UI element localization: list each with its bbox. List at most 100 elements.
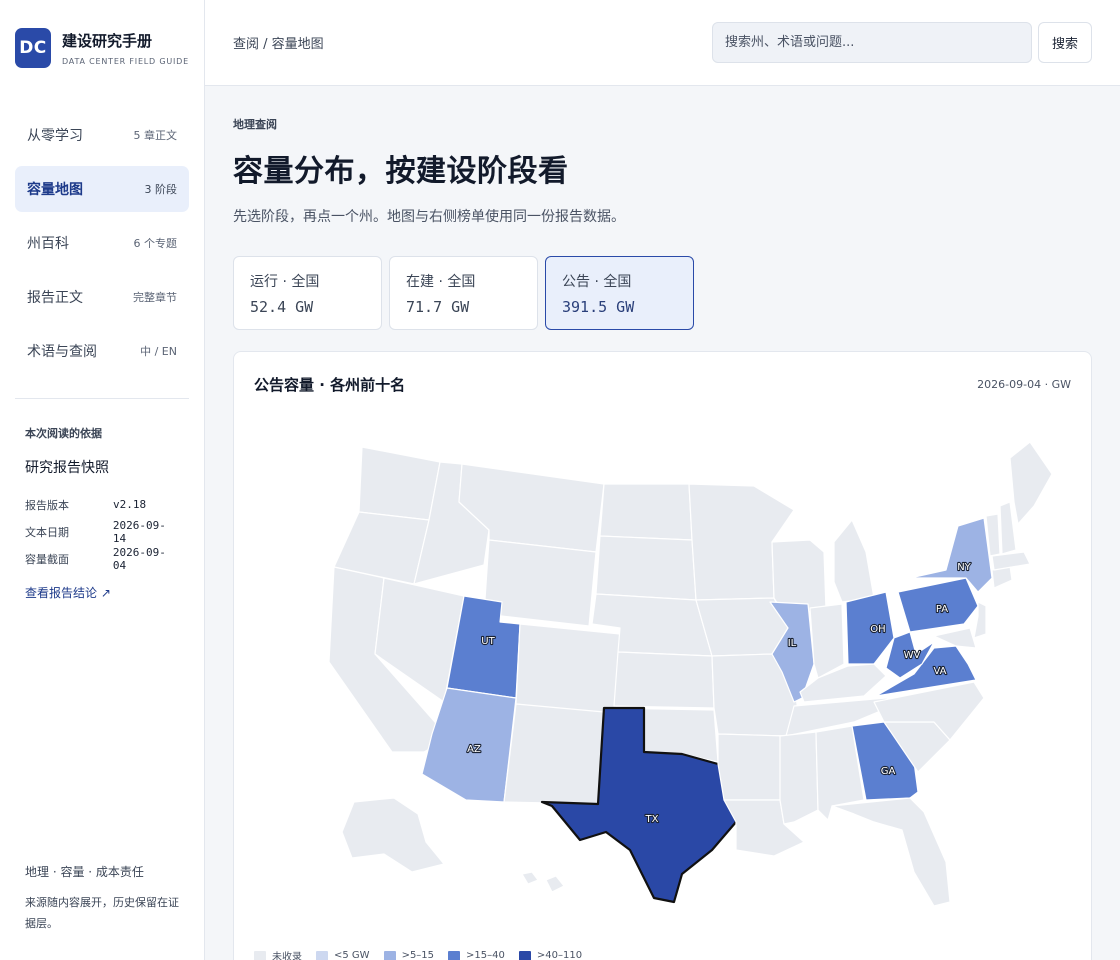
stage-label: 在建 · 全国 [406,274,476,290]
label-ny: NY [957,562,971,573]
stage-selector: 运行 · 全国 52.4 GW 在建 · 全国 71.7 GW 公告 · 全国 … [233,256,1092,330]
sidebar-item-label: 术语与查阅 [27,344,97,360]
state-fl[interactable] [831,797,951,907]
search-input[interactable] [712,22,1032,63]
breadcrumb: 查阅 / 容量地图 [233,37,324,52]
main-content: 查阅 / 容量地图 搜索 地理查阅 容量分布，按建设阶段看 先选阶段，再点一个州… [205,0,1120,960]
us-choropleth-map: UT AZ TX IL OH PA NY WV VA GA [328,441,1053,907]
sidebar-item-label: 州百科 [27,236,69,252]
brand-logo: DC [15,27,51,68]
page-kicker: 地理查阅 [233,118,277,131]
map-title: 公告容量 · 各州前十名 [254,376,406,394]
stage-label: 公告 · 全国 [562,274,632,290]
legend-item-5-15: >5–15 [383,948,435,960]
sidebar-item-meta: 中 / EN [140,345,177,358]
sidebar-item-label: 容量地图 [27,182,83,198]
search-bar: 搜索 [712,22,1092,63]
legend-item-none: 未收录 [254,948,302,960]
search-button[interactable]: 搜索 [1038,22,1092,63]
label-ut: UT [481,636,495,647]
state-nh[interactable] [999,501,1017,555]
map-legend: 未收录 <5 GW >5–15 >15–40 >40–110 [254,948,582,960]
brand-subtitle: DATA CENTER FIELD GUIDE [61,56,189,66]
capacity-map-card: 公告容量 · 各州前十名 2026-09-04 · GW UT AZ TX IL… [233,351,1092,960]
legend-item-40-110: >40–110 [518,948,583,960]
report-basis: 本次阅读的依据 研究报告快照 报告版本 v2.18 文本日期 2026-09-1… [0,399,204,601]
state-ky[interactable] [799,663,887,703]
state-hi[interactable] [521,871,565,893]
legend-swatch [316,950,328,960]
label-tx: TX [645,814,659,825]
legend-swatch [254,950,266,960]
sidebar-item-state-wiki[interactable]: 州百科 6 个专题 [15,220,189,266]
basis-key: 文本日期 [25,525,69,539]
stage-card-under-construction[interactable]: 在建 · 全国 71.7 GW [389,256,538,330]
stage-value: 391.5 GW [562,298,635,316]
legend-label: <5 GW [334,950,370,960]
label-wv: WV [904,650,921,661]
state-mi[interactable] [833,519,875,603]
legend-swatch [518,950,531,960]
stage-card-operating[interactable]: 运行 · 全国 52.4 GW [233,256,382,330]
sidebar-item-meta: 完整章节 [133,291,177,304]
footer-line-1: 地理 · 容量 · 成本责任 [25,865,144,879]
sidebar-item-meta: 3 阶段 [144,183,178,196]
basis-row-text-date: 文本日期 2026-09-14 [25,518,179,545]
label-oh: OH [870,624,885,635]
basis-row-capacity-date: 容量截面 2026-09-04 [25,545,179,572]
legend-item-lt5: <5 GW [316,948,370,960]
sidebar-item-capacity-map[interactable]: 容量地图 3 阶段 [15,166,189,212]
sidebar-item-label: 报告正文 [27,290,83,306]
state-ms[interactable] [779,731,819,825]
sidebar-item-report[interactable]: 报告正文 完整章节 [15,274,189,320]
legend-item-15-40: >15–40 [448,948,505,960]
basis-value: 2026-09-14 [112,518,166,545]
legend-label: >5–15 [401,950,435,960]
state-nm[interactable] [503,703,605,805]
state-ar[interactable] [717,733,787,801]
legend-label: >40–110 [536,950,583,960]
legend-swatch [448,950,461,960]
stage-label: 运行 · 全国 [250,274,320,290]
map-meta: 2026-09-04 · GW [977,378,1071,391]
stage-value: 52.4 GW [250,298,314,316]
stage-card-announced[interactable]: 公告 · 全国 391.5 GW [545,256,694,330]
basis-kicker: 本次阅读的依据 [25,427,102,440]
footer-line-2: 来源随内容展开，历史保留在证据层。 [25,896,179,930]
basis-key: 容量截面 [25,552,69,566]
sidebar-item-meta: 6 个专题 [133,237,178,250]
state-sd[interactable] [595,535,697,601]
page-title: 容量分布，按建设阶段看 [233,154,569,189]
state-ks[interactable] [613,651,715,709]
state-ak[interactable] [341,797,445,873]
label-il: IL [788,638,797,649]
legend-label: >15–40 [466,950,505,960]
page-lead: 先选阶段，再点一个州。地图与右侧榜单使用同一份报告数据。 [233,209,625,225]
label-pa: PA [936,604,948,615]
sidebar-item-learn[interactable]: 从零学习 5 章正文 [15,112,189,158]
brand-title: 建设研究手册 [61,31,152,50]
sidebar-nav: 从零学习 5 章正文 容量地图 3 阶段 州百科 6 个专题 报告正文 完整章节… [0,112,204,374]
label-va: VA [933,666,946,677]
state-me[interactable] [1009,441,1053,525]
sidebar-footer: 地理 · 容量 · 成本责任 来源随内容展开，历史保留在证据层。 [25,863,185,934]
state-nd[interactable] [599,483,693,541]
basis-value: 2026-09-04 [112,545,166,572]
sidebar-item-glossary[interactable]: 术语与查阅 中 / EN [15,328,189,374]
legend-swatch [383,950,396,960]
sidebar: DC 建设研究手册 DATA CENTER FIELD GUIDE 从零学习 5… [0,0,205,960]
state-wa[interactable] [358,446,441,521]
report-conclusion-link[interactable]: 查看报告结论 ↗ [25,584,179,601]
topbar: 查阅 / 容量地图 搜索 [205,0,1120,86]
label-az: AZ [467,744,481,755]
sidebar-item-label: 从零学习 [27,128,83,144]
basis-row-version: 报告版本 v2.18 [25,491,179,518]
state-md[interactable] [933,627,977,649]
state-co[interactable] [515,623,621,717]
label-ga: GA [881,766,896,777]
state-in[interactable] [809,603,845,679]
legend-label: 未收录 [272,952,302,960]
brand[interactable]: DC 建设研究手册 DATA CENTER FIELD GUIDE [0,0,204,70]
basis-key: 报告版本 [25,498,69,512]
sidebar-item-meta: 5 章正文 [133,129,178,142]
